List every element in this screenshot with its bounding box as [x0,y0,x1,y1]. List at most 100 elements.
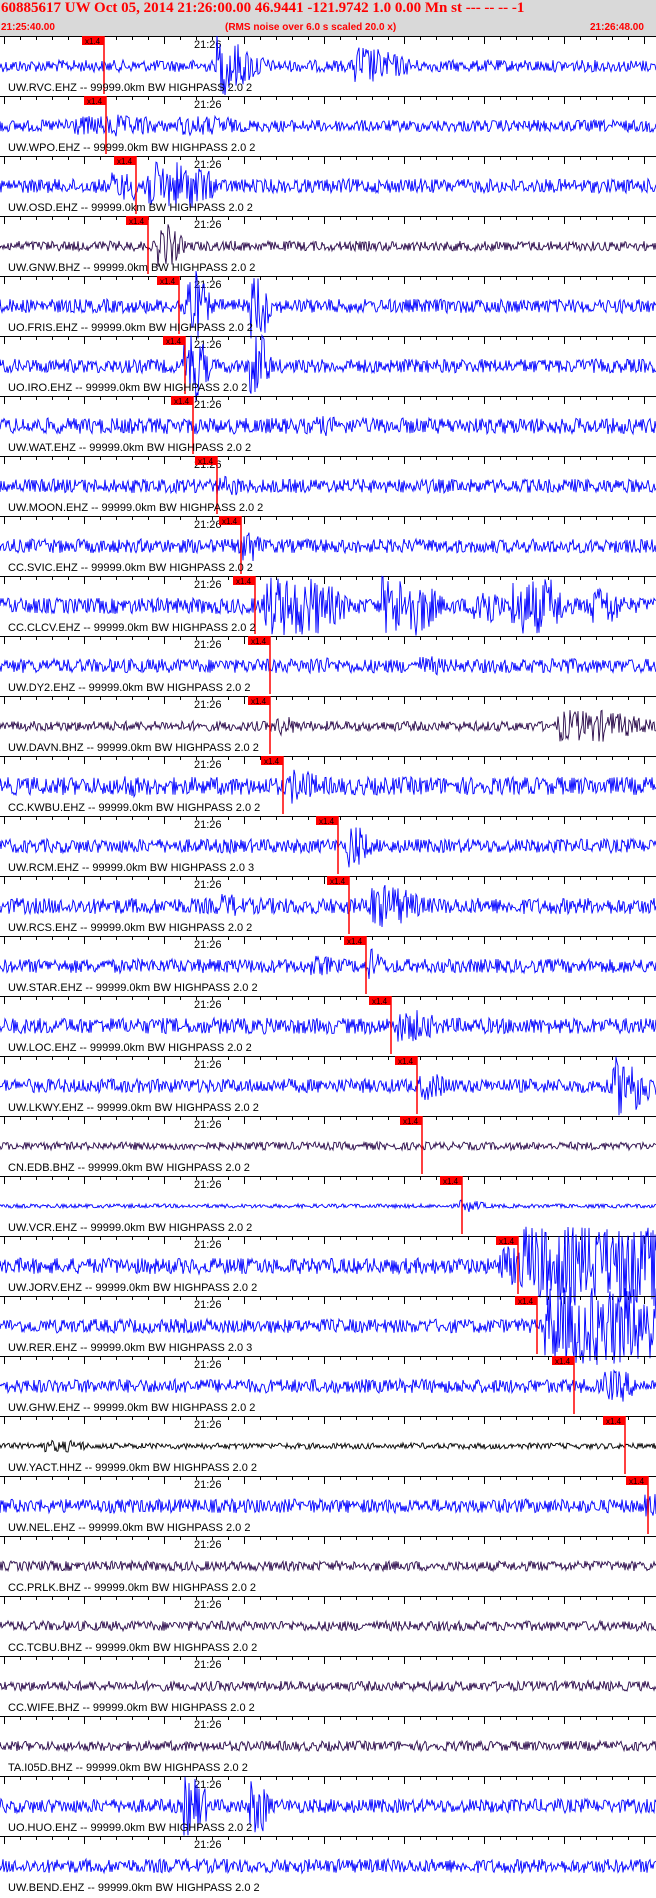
time-marker-label: 21:26 [194,819,222,831]
station-label: UW.BEND.EHZ -- 99999.0km BW HIGHPASS 2.0… [8,1882,260,1894]
station-label: UW.MOON.EHZ -- 99999.0km BW HIGHPASS 2.0… [8,502,263,514]
station-label: UW.RCM.EHZ -- 99999.0km BW HIGHPASS 2.0 … [8,862,254,874]
pick-label: x1.4 [403,1117,419,1126]
station-label: UW.RVC.EHZ -- 99999.0km BW HIGHPASS 2.0 … [8,82,252,94]
pick-label: x1.4 [629,1477,645,1486]
trace-row: 21:26 CC.WIFE.BHZ -- 99999.0km BW HIGHPAS… [0,1656,656,1714]
station-label: CC.CLCV.EHZ -- 99999.0km BW HIGHPASS 2.0… [8,622,256,634]
trace-row: 21:26 x1.4 CC.KWBU.EHZ -- 99999.0km BW HIG… [0,756,656,814]
station-label: UW.WAT.EHZ -- 99999.0km BW HIGHPASS 2.0 … [8,442,251,454]
time-marker-label: 21:26 [194,339,222,351]
time-marker-label: 21:26 [194,279,222,291]
time-marker-label: 21:26 [194,1599,222,1611]
waveform [0,416,656,437]
trace-row: 21:26 x1.4 UW.STAR.EHZ -- 99999.0km BW HIG… [0,936,656,994]
station-label: UW.STAR.EHZ -- 99999.0km BW HIGHPASS 2.0… [8,982,258,994]
station-label: UW.JORV.EHZ -- 99999.0km BW HIGHPASS 2.0… [8,1282,257,1294]
pick-label: x1.4 [264,757,280,766]
trace-row: 21:26 x1.4 UW.VCR.EHZ -- 99999.0km BW HIGH… [0,1176,656,1234]
trace-row: 21:26 x1.4 UW.RCS.EHZ -- 99999.0km BW HIGH… [0,876,656,934]
waveform [0,1369,656,1402]
time-marker-label: 21:26 [194,399,222,411]
time-marker-label: 21:26 [194,1539,222,1551]
trace-row: 21:26 x1.4 UW.YACT.HHZ -- 99999.0km BW HIG… [0,1416,656,1474]
waveform [0,1439,656,1453]
pick-label: x1.4 [398,1057,414,1066]
trace-row: 21:26 x1.4 UW.DY2.EHZ -- 99999.0km BW HIGH… [0,636,656,694]
station-label: UW.DY2.EHZ -- 99999.0km BW HIGHPASS 2.0 … [8,682,250,694]
station-label: UW.RER.EHZ -- 99999.0km BW HIGHPASS 2.0 … [8,1342,252,1354]
pick-label: x1.4 [251,637,267,646]
time-marker-label: 21:26 [194,1299,222,1311]
time-marker-label: 21:26 [194,939,222,951]
time-marker-label: 21:26 [194,1059,222,1071]
trace-row: 21:26 x1.4 UW.WPO.EHZ -- 99999.0km BW HIGH… [0,96,656,154]
time-marker-label: 21:26 [194,99,222,111]
pick-label: x1.4 [251,697,267,706]
time-marker-label: 21:26 [194,519,222,531]
waveform [0,656,656,676]
trace-row: 21:26 x1.4 UW.RER.EHZ -- 99999.0km BW HIGH… [0,1287,656,1365]
waveform [0,1226,656,1306]
pick-label: x1.4 [330,877,346,886]
trace-row: 21:26 x1.4 UO.FRIS.EHZ -- 99999.0km BW HIG… [0,270,656,339]
trace-row: 21:26 TA.I05D.BHZ -- 99999.0km BW HIGHPAS… [0,1716,656,1774]
waveform [0,1739,656,1753]
trace-row: 21:26 CC.PRLK.BHZ -- 99999.0km BW HIGHPAS… [0,1536,656,1594]
trace-row: 21:26 x1.4 UW.NEL.EHZ -- 99999.0km BW HIGH… [0,1476,656,1534]
station-label: UW.OSD.EHZ -- 99999.0km BW HIGHPASS 2.0 … [8,202,253,214]
trace-row: 21:26 x1.4 CC.SVIC.EHZ -- 99999.0km BW HIG… [0,516,656,574]
waveform [0,1857,656,1875]
station-label: CC.SVIC.EHZ -- 99999.0km BW HIGHPASS 2.0… [8,562,253,574]
waveform [0,948,656,980]
trace-row: 21:26 x1.4 UW.DAVN.BHZ -- 99999.0km BW HIG… [0,696,656,754]
station-label: CC.WIFE.BHZ -- 99999.0km BW HIGHPASS 2.0… [8,1702,255,1714]
station-label: UW.YACT.HHZ -- 99999.0km BW HIGHPASS 2.0… [8,1462,257,1474]
waveform [0,1619,656,1633]
station-label: UW.GNW.BHZ -- 99999.0km BW HIGHPASS 2.0 … [8,262,255,274]
pick-label: x1.4 [87,97,103,106]
station-label: CN.EDB.BHZ -- 99999.0km BW HIGHPASS 2.0 … [8,1162,250,1174]
station-label: UW.LKWY.EHZ -- 99999.0km BW HIGHPASS 2.0… [8,1102,259,1114]
time-marker-label: 21:26 [194,1239,222,1251]
station-label: TA.I05D.BHZ -- 99999.0km BW HIGHPASS 2.0… [8,1762,248,1774]
time-marker-label: 21:26 [194,759,222,771]
station-label: CC.KWBU.EHZ -- 99999.0km BW HIGHPASS 2.0… [8,802,260,814]
pick-label: x1.4 [222,517,238,526]
pick-label: x1.4 [174,397,190,406]
pick-label: x1.4 [198,457,214,466]
waveform [0,1679,656,1693]
waveform [0,709,656,742]
pick-label: x1.4 [555,1357,571,1366]
time-marker-label: 21:26 [194,1839,222,1851]
station-label: UO.FRIS.EHZ -- 99999.0km BW HIGHPASS 2.0… [8,322,253,334]
trace-row: 21:26 x1.4 UO.IRO.EHZ -- 99999.0km BW HIGH… [0,333,656,402]
time-marker-label: 21:26 [194,999,222,1011]
time-marker-label: 21:26 [194,1419,222,1431]
time-marker-label: 21:26 [194,639,222,651]
rms-note: (RMS noise over 6.0 s scaled 20.0 x) [225,22,397,33]
waveform [0,1199,656,1213]
station-label: UO.IRO.EHZ -- 99999.0km BW HIGHPASS 2.0 … [8,382,247,394]
trace-row: 21:26 x1.4 UW.LOC.EHZ -- 99999.0km BW HIGH… [0,996,656,1054]
trace-row: 21:26 x1.4 UW.JORV.EHZ -- 99999.0km BW HIG… [0,1226,656,1306]
pick-label: x1.4 [160,277,176,286]
time-marker-label: 21:26 [194,579,222,591]
pick-label: x1.4 [319,817,335,826]
trace-row: 21:26 UW.BEND.EHZ -- 99999.0km BW HIGHPAS… [0,1836,656,1894]
trace-row: 21:26x1.4UW.MOON.EHZ -- 99999.0km BW HIG… [0,456,656,514]
waveform [0,1494,656,1517]
trace-row: 21:26 x1.4 UW.RCM.EHZ -- 99999.0km BW HIGH… [0,816,656,874]
start-time: 21:25:40.00 [1,22,55,33]
pick-label: x1.4 [518,1297,534,1306]
waveform [0,224,656,268]
station-label: CC.TCBU.BHZ -- 99999.0km BW HIGHPASS 2.0… [8,1642,257,1654]
trace-row: 21:26 x1.4 UW.WAT.EHZ -- 99999.0km BW HIGH… [0,396,656,454]
time-marker-label: 21:26 [194,1779,222,1791]
trace-row: 21:26 x1.4 CC.CLCV.EHZ -- 99999.0km BW HIG… [0,575,656,636]
end-time: 21:26:48.00 [590,22,644,33]
waveform [0,1559,656,1573]
pick-label: x1.4 [236,577,252,586]
time-marker-label: 21:26 [194,699,222,711]
waveform [0,1140,656,1152]
